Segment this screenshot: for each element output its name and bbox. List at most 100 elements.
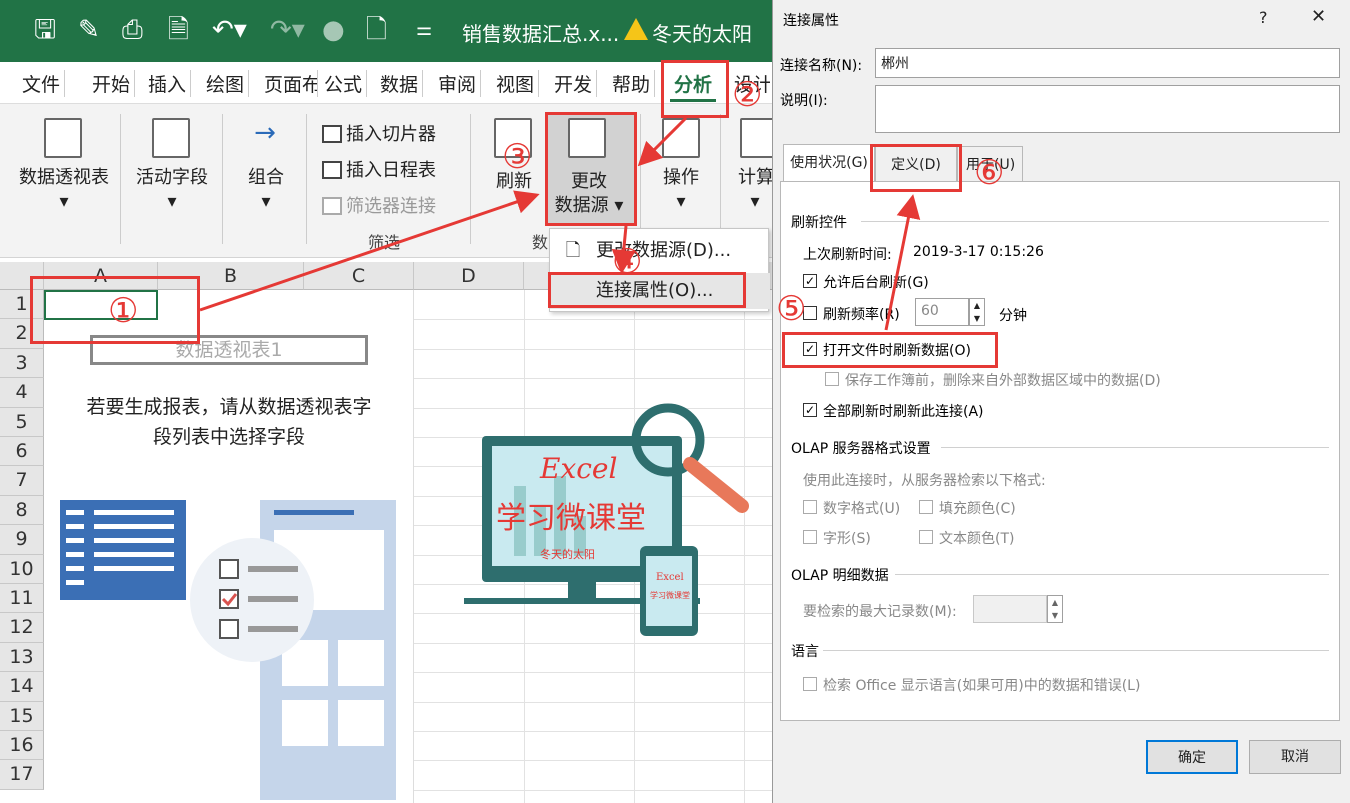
annotation-box-4 bbox=[548, 272, 746, 308]
row-header[interactable]: 14 bbox=[0, 672, 44, 702]
gridline-horizontal bbox=[414, 378, 772, 380]
actions-button[interactable]: 操作 ▾ bbox=[650, 166, 712, 214]
row-header[interactable]: 15 bbox=[0, 701, 44, 731]
tab-view[interactable]: 视图 bbox=[492, 70, 540, 97]
preview-icon[interactable]: ⎙ bbox=[122, 14, 143, 46]
max-records-input[interactable] bbox=[973, 595, 1047, 623]
change-source-menu-icon: 🗋 bbox=[565, 240, 581, 261]
logo-author: 冬天的太阳 bbox=[540, 547, 595, 561]
help-button[interactable]: ? bbox=[1259, 8, 1268, 27]
max-records-spinner[interactable]: ▲ ▼ bbox=[1047, 595, 1063, 623]
font-style-checkbox[interactable] bbox=[803, 530, 817, 544]
tab-usage[interactable]: 使用状况(G) bbox=[783, 144, 875, 182]
filter-connections-button[interactable]: 筛选器连接 bbox=[322, 192, 436, 218]
annotation-box-3 bbox=[545, 112, 637, 226]
refresh-control-section: 刷新控件 bbox=[791, 215, 847, 231]
tab-home[interactable]: 开始 bbox=[88, 70, 136, 97]
tab-help[interactable]: 帮助 bbox=[608, 70, 656, 97]
row-header[interactable]: 10 bbox=[0, 554, 44, 584]
fill-color-label: 填充颜色(C) bbox=[939, 501, 1016, 517]
pivot-instructions: 若要生成报表，请从数据透视表字 段列表中选择字段 bbox=[44, 392, 414, 452]
user-name: 冬天的太阳 bbox=[652, 22, 752, 46]
tab-formulas[interactable]: 公式 bbox=[320, 70, 368, 97]
excel-title-bar: 🖫 ✎ ⎙ 🗎 ↶▾ ↷▾ ● 🗋 ⚌ 销售数据汇总.x... 冬天的太阳 bbox=[0, 0, 772, 62]
row-header[interactable]: 3 bbox=[0, 348, 44, 379]
number-format-checkbox[interactable] bbox=[803, 500, 817, 514]
row-header[interactable]: 6 bbox=[0, 437, 44, 467]
row-header[interactable]: 7 bbox=[0, 466, 44, 496]
row-header[interactable]: 17 bbox=[0, 760, 44, 790]
close-icon[interactable]: ✕ bbox=[1311, 6, 1326, 27]
filter-group-label: 筛选 bbox=[368, 233, 401, 252]
text-color-label: 文本颜色(T) bbox=[939, 531, 1015, 547]
gridline-horizontal bbox=[414, 672, 772, 674]
pivot-instructions-line-2: 段列表中选择字段 bbox=[152, 426, 305, 448]
row-header[interactable]: 12 bbox=[0, 613, 44, 643]
pivot-table-button[interactable]: 数据透视表 ▾ bbox=[8, 166, 120, 214]
description-input[interactable] bbox=[875, 85, 1340, 133]
olap-format-description: 使用此连接时，从服务器检索以下格式: bbox=[803, 473, 1046, 489]
customize-icon[interactable]: ⚌ bbox=[416, 14, 432, 46]
insert-timeline-button[interactable]: 插入日程表 bbox=[322, 156, 436, 182]
refresh-minutes-input[interactable]: 60 bbox=[915, 298, 969, 326]
insert-slicer-button[interactable]: 插入切片器 bbox=[322, 120, 436, 146]
gridline-horizontal bbox=[414, 760, 772, 762]
pivot-placeholder: 数据透视表1 若要生成报表，请从数据透视表字 段列表中选择字段 bbox=[44, 290, 414, 803]
text-color-checkbox[interactable] bbox=[919, 530, 933, 544]
undo-icon[interactable]: ↶▾ bbox=[212, 14, 247, 46]
active-field-button[interactable]: 活动字段 ▾ bbox=[126, 166, 218, 214]
connection-name-input[interactable]: 郴州 bbox=[875, 48, 1340, 78]
minutes-spinner[interactable]: ▲ ▼ bbox=[969, 298, 985, 326]
cancel-button[interactable]: 取消 bbox=[1249, 740, 1341, 774]
active-field-label: 活动字段 bbox=[136, 167, 208, 188]
ribbon-separator bbox=[222, 114, 223, 244]
ok-button[interactable]: 确定 bbox=[1146, 740, 1238, 774]
bg-refresh-checkbox[interactable]: ✓ bbox=[803, 274, 817, 288]
column-header-d[interactable]: D bbox=[414, 262, 524, 290]
refresh-all-label: 全部刷新时刷新此连接(A) bbox=[823, 404, 984, 420]
print-preview-icon[interactable]: 🗎 bbox=[168, 14, 189, 46]
file-icon[interactable]: 🗋 bbox=[366, 14, 387, 46]
tab-page-layout[interactable]: 页面布 bbox=[260, 70, 318, 97]
tab-review[interactable]: 审阅 bbox=[434, 70, 482, 97]
insert-timeline-label: 插入日程表 bbox=[346, 160, 436, 181]
connection-name-label: 连接名称(N): bbox=[780, 58, 863, 74]
row-header[interactable]: 16 bbox=[0, 731, 44, 761]
refresh-all-checkbox[interactable]: ✓ bbox=[803, 403, 817, 417]
remove-external-data-label: 保存工作簿前，删除来自外部数据区域中的数据(D) bbox=[845, 373, 1161, 389]
ribbon-separator bbox=[306, 114, 307, 244]
filter-connections-label: 筛选器连接 bbox=[346, 196, 436, 217]
save-icon[interactable]: 🖫 bbox=[34, 14, 56, 46]
tab-draw[interactable]: 绘图 bbox=[202, 70, 250, 97]
group-label: 组合 bbox=[248, 167, 284, 188]
actions-icon bbox=[662, 118, 700, 158]
row-header[interactable]: 4 bbox=[0, 378, 44, 408]
tab-developer[interactable]: 开发 bbox=[550, 70, 598, 97]
row-header[interactable]: 13 bbox=[0, 642, 44, 673]
row-header[interactable]: 9 bbox=[0, 525, 44, 555]
bg-refresh-label: 允许后台刷新(G) bbox=[823, 275, 929, 291]
column-header-c[interactable]: C bbox=[304, 262, 414, 290]
pivot-table-label: 数据透视表 bbox=[19, 167, 109, 188]
calc-button[interactable]: 计算 ▾ bbox=[738, 166, 772, 214]
fill-color-checkbox[interactable] bbox=[919, 500, 933, 514]
group-button[interactable]: 组合 ▾ bbox=[236, 166, 296, 214]
gridline-horizontal bbox=[414, 701, 772, 703]
row-header[interactable]: 11 bbox=[0, 584, 44, 614]
arrow-right-icon: → bbox=[254, 118, 276, 148]
tab-insert[interactable]: 插入 bbox=[144, 70, 192, 97]
tab-data[interactable]: 数据 bbox=[376, 70, 424, 97]
row-header[interactable]: 5 bbox=[0, 407, 44, 437]
font-style-label: 字形(S) bbox=[823, 531, 871, 547]
language-checkbox[interactable] bbox=[803, 677, 817, 691]
calc-label: 计算 bbox=[738, 167, 772, 188]
brush-icon[interactable]: ✎ bbox=[78, 14, 100, 46]
tab-file[interactable]: 文件 bbox=[18, 70, 66, 97]
insert-slicer-label: 插入切片器 bbox=[346, 124, 436, 145]
menu-change-data-source[interactable]: 🗋 更改数据源(D)... bbox=[550, 233, 770, 269]
circle-icon[interactable]: ● bbox=[322, 14, 345, 46]
remove-external-data-checkbox[interactable] bbox=[825, 372, 839, 386]
redo-icon[interactable]: ↷▾ bbox=[270, 14, 305, 46]
row-header[interactable]: 8 bbox=[0, 495, 44, 526]
gridline-horizontal bbox=[414, 642, 772, 644]
